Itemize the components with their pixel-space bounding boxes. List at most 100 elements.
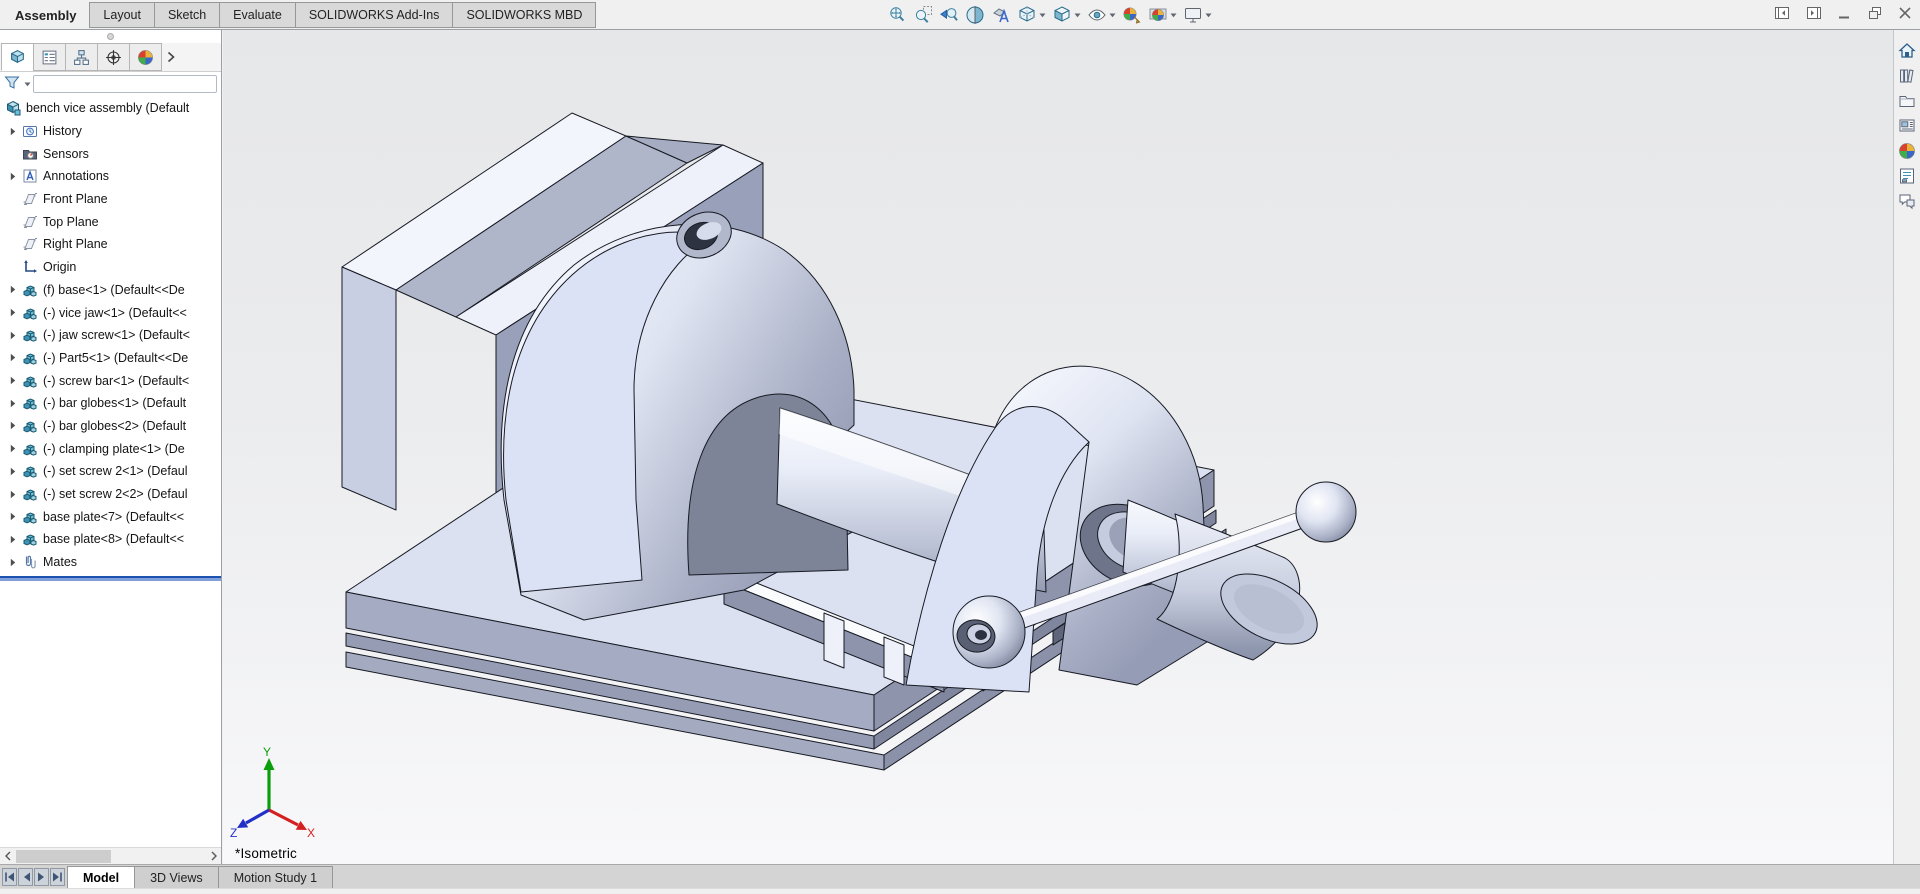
taskpane-view-palette-button[interactable]: [1894, 113, 1920, 138]
model-bar-globe-right[interactable]: [1295, 481, 1357, 543]
dropdown-caret-icon[interactable]: [1074, 13, 1081, 18]
close-button[interactable]: [1898, 6, 1912, 20]
tree-item-jaw-screw-1-default[interactable]: (-) jaw screw<1> (Default<: [0, 324, 221, 347]
taskpane-file-explorer-button[interactable]: [1894, 88, 1920, 113]
edit-appearance-icon: [1122, 5, 1142, 25]
taskpane-design-library-button[interactable]: [1894, 63, 1920, 88]
expander-arrow-icon[interactable]: [4, 535, 21, 544]
command-tab-solidworks-add-ins[interactable]: SOLIDWORKS Add-Ins: [294, 2, 454, 28]
hscroll-right-button[interactable]: [206, 848, 221, 864]
command-tab-evaluate[interactable]: Evaluate: [219, 2, 296, 28]
motion-tab-3d-views[interactable]: 3D Views: [134, 866, 219, 888]
expander-arrow-icon[interactable]: [4, 467, 21, 476]
filter-caret-icon[interactable]: [24, 82, 31, 87]
motion-nav-last-button[interactable]: [50, 868, 65, 886]
panel-hscrollbar[interactable]: [0, 847, 221, 864]
dropdown-caret-icon[interactable]: [1205, 13, 1212, 18]
filter-funnel-icon[interactable]: [4, 76, 20, 93]
taskpane-home-button[interactable]: [1894, 38, 1920, 63]
dropdown-caret-icon[interactable]: [1039, 13, 1046, 18]
tree-item-annotations[interactable]: Annotations: [0, 165, 221, 188]
zoom-area-button[interactable]: [910, 3, 936, 27]
tree-item-origin[interactable]: Origin: [0, 256, 221, 279]
tree-item-set-screw-2-2-defaul[interactable]: (-) set screw 2<2> (Defaul: [0, 483, 221, 506]
tree-item-bar-globes-1-default[interactable]: (-) bar globes<1> (Default: [0, 392, 221, 415]
expander-arrow-icon[interactable]: [4, 331, 21, 340]
motion-nav-first-button[interactable]: [2, 868, 17, 886]
expander-arrow-icon[interactable]: [4, 353, 21, 362]
rollback-bar[interactable]: [0, 576, 221, 582]
tree-filter-input[interactable]: [33, 75, 217, 93]
motion-tab-model[interactable]: Model: [67, 866, 136, 888]
dropdown-caret-icon[interactable]: [1109, 13, 1116, 18]
tree-item-vice-jaw-1-default[interactable]: (-) vice jaw<1> (Default<<: [0, 301, 221, 324]
motion-tab-motion-study-1[interactable]: Motion Study 1: [217, 866, 334, 888]
panel-tab-dimxpertmanager[interactable]: [97, 43, 130, 71]
hide-show-items-button[interactable]: [1084, 3, 1119, 27]
tree-item-label: Annotations: [43, 169, 110, 184]
command-tab-solidworks-mbd[interactable]: SOLIDWORKS MBD: [452, 2, 597, 28]
command-tab-layout[interactable]: Layout: [89, 2, 155, 28]
mates-icon: [21, 554, 38, 571]
tree-item-bar-globes-2-default[interactable]: (-) bar globes<2> (Default: [0, 415, 221, 438]
collapse-panel-right-button[interactable]: [1806, 5, 1822, 21]
expander-arrow-icon[interactable]: [4, 444, 21, 453]
expander-arrow-icon[interactable]: [4, 376, 21, 385]
restore-button[interactable]: [1868, 6, 1882, 20]
command-tab-assembly[interactable]: Assembly: [1, 2, 91, 28]
tree-item-history[interactable]: History: [0, 120, 221, 143]
tree-item-screw-bar-1-default[interactable]: (-) screw bar<1> (Default<: [0, 369, 221, 392]
expander-arrow-icon[interactable]: [4, 512, 21, 521]
hscroll-left-button[interactable]: [0, 848, 15, 864]
tree-item-part5-1-default-de[interactable]: (-) Part5<1> (Default<<De: [0, 347, 221, 370]
tree-item-mates[interactable]: Mates: [0, 551, 221, 574]
tree-item-sensors[interactable]: Sensors: [0, 142, 221, 165]
taskpane-forum-button[interactable]: [1894, 188, 1920, 213]
tree-item-front-plane[interactable]: Front Plane: [0, 188, 221, 211]
tree-item-right-plane[interactable]: Right Plane: [0, 233, 221, 256]
expander-arrow-icon[interactable]: [4, 285, 21, 294]
expander-arrow-icon[interactable]: [4, 558, 21, 567]
section-view-button[interactable]: [962, 3, 988, 27]
hscroll-thumb[interactable]: [16, 850, 111, 863]
tree-item-label: History: [43, 124, 82, 139]
history-icon: [21, 123, 38, 140]
expander-arrow-icon[interactable]: [4, 127, 21, 136]
tree-item-base-plate-7-default[interactable]: base plate<7> (Default<<: [0, 505, 221, 528]
tree-item-f-base-1-default-de[interactable]: (f) base<1> (Default<<De: [0, 279, 221, 302]
panel-splitter-grip[interactable]: [0, 30, 221, 43]
minimize-button[interactable]: [1838, 6, 1852, 20]
view-orientation-button[interactable]: [1014, 3, 1049, 27]
edit-appearance-button[interactable]: [1119, 3, 1145, 27]
expander-arrow-icon[interactable]: [4, 490, 21, 499]
panel-tab-featuremanager[interactable]: [1, 43, 34, 71]
dropdown-caret-icon[interactable]: [1170, 13, 1177, 18]
tree-item-top-plane[interactable]: Top Plane: [0, 210, 221, 233]
tree-item-clamping-plate-1-de[interactable]: (-) clamping plate<1> (De: [0, 437, 221, 460]
panel-tab-configurationmanager[interactable]: [65, 43, 98, 71]
expander-arrow-icon[interactable]: [4, 172, 21, 181]
panel-tab-propertymanager[interactable]: [33, 43, 66, 71]
graphics-viewport[interactable]: Y X Z *Isometric: [223, 30, 1893, 864]
expander-arrow-icon[interactable]: [4, 308, 21, 317]
previous-view-button[interactable]: [936, 3, 962, 27]
taskpane-custom-properties-button[interactable]: [1894, 163, 1920, 188]
model-bar-globe-left[interactable]: [952, 595, 1026, 669]
tree-item-bench-vice-assembly-default[interactable]: bench vice assembly (Default: [0, 97, 221, 120]
panel-tab-displaymanager[interactable]: [129, 43, 162, 71]
motion-nav-prev-button[interactable]: [18, 868, 33, 886]
tree-item-base-plate-8-default[interactable]: base plate<8> (Default<<: [0, 528, 221, 551]
display-style-button[interactable]: [1049, 3, 1084, 27]
command-tab-sketch[interactable]: Sketch: [153, 2, 221, 28]
expander-arrow-icon[interactable]: [4, 399, 21, 408]
zoom-fit-button[interactable]: [884, 3, 910, 27]
apply-scene-button[interactable]: [1145, 3, 1180, 27]
panel-tabs-overflow-button[interactable]: [162, 43, 180, 71]
collapse-panel-left-button[interactable]: [1774, 5, 1790, 21]
expander-arrow-icon[interactable]: [4, 421, 21, 430]
hide-show-annotations-button[interactable]: [988, 3, 1014, 27]
tree-item-set-screw-2-1-defaul[interactable]: (-) set screw 2<1> (Defaul: [0, 460, 221, 483]
motion-nav-next-button[interactable]: [34, 868, 49, 886]
view-settings-button[interactable]: [1180, 3, 1215, 27]
taskpane-appearances-button[interactable]: [1894, 138, 1920, 163]
